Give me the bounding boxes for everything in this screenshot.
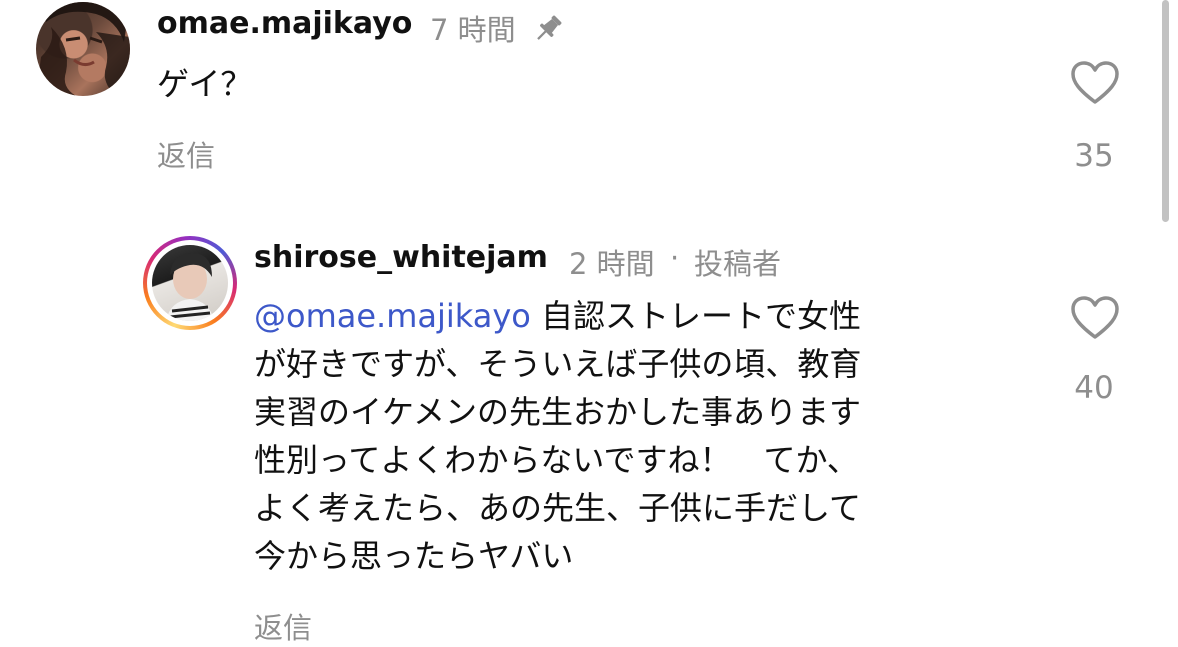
like-count: 35 — [1074, 138, 1114, 174]
avatar-shirose-whitejam[interactable] — [152, 245, 228, 321]
pin-icon — [531, 12, 565, 46]
avatar-omae-majikayo[interactable] — [36, 2, 130, 96]
comment-username[interactable]: omae.majikayo — [157, 6, 412, 41]
story-ring[interactable] — [143, 236, 237, 330]
reply-text: @omae.majikayo 自認ストレートで女性 が好きですが、そういえば子供… — [254, 292, 1044, 580]
meta-separator: · — [670, 241, 680, 275]
reply-username[interactable]: shirose_whitejam — [254, 240, 548, 275]
reply-line: が好きですが、そういえば子供の頃、教育 — [254, 345, 862, 383]
reply-line: 今から思ったらヤバい — [254, 537, 574, 575]
like-count: 40 — [1074, 370, 1114, 406]
heart-outline-icon[interactable] — [1070, 60, 1120, 106]
reply-button[interactable]: 返信 — [157, 133, 215, 175]
comment-timestamp: 7 時間 — [430, 13, 516, 47]
scrollbar-thumb[interactable] — [1162, 0, 1169, 222]
mention-link[interactable]: @omae.majikayo — [254, 297, 531, 335]
reply-line: 自認ストレートで女性 — [530, 297, 862, 335]
reply-timestamp: 2 時間 — [569, 247, 655, 281]
comment-text: ゲイ？ — [157, 65, 253, 103]
heart-outline-icon[interactable] — [1070, 295, 1120, 341]
reply-line: 性別ってよくわからないですね！ てか、 — [254, 441, 859, 479]
author-badge: 投稿者 — [694, 247, 782, 281]
reply-line: 実習のイケメンの先生おかした事あります — [254, 393, 862, 431]
reply-line: よく考えたら、あの先生、子供に手だして — [254, 489, 862, 527]
reply-button[interactable]: 返信 — [254, 605, 312, 647]
